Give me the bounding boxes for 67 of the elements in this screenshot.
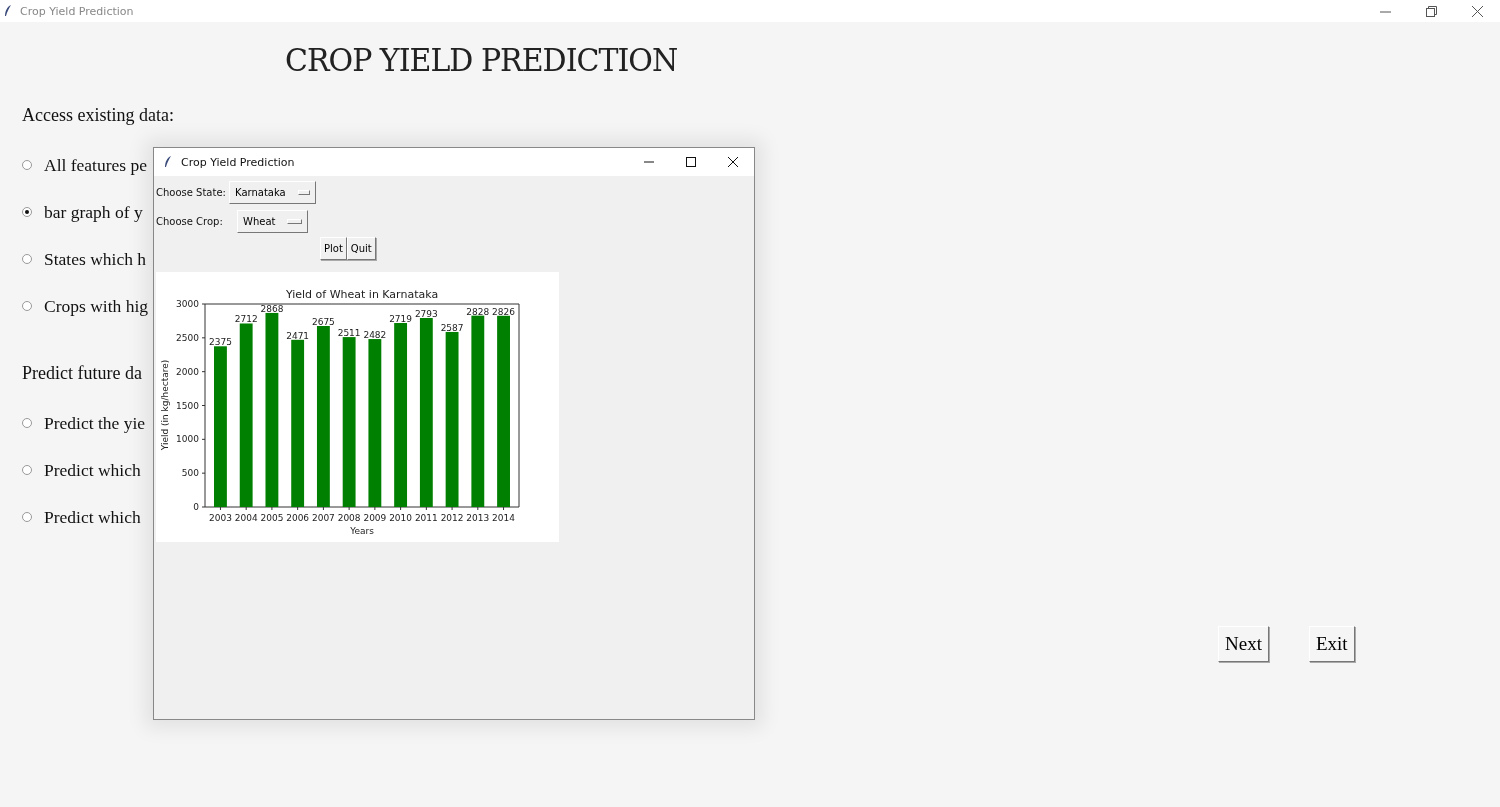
bar-value-label: 2826 <box>492 306 515 317</box>
y-axis-label: Yield (in kg/hectare) <box>160 359 170 451</box>
y-tick-label: 2500 <box>176 332 199 343</box>
x-tick-label: 2013 <box>466 513 490 523</box>
x-tick-label: 2004 <box>234 513 258 523</box>
close-icon[interactable] <box>1472 5 1483 17</box>
option-label: All features pe <box>44 154 147 176</box>
section-title: Predict future da <box>22 363 142 385</box>
y-tick-label: 1000 <box>176 434 199 445</box>
radio-button[interactable] <box>22 301 32 311</box>
app-heading: CROP YIELD PREDICTION <box>285 41 678 78</box>
option-label: Crops with hig <box>44 295 149 317</box>
radio-button[interactable] <box>22 512 32 522</box>
radio-button[interactable] <box>22 207 32 217</box>
bar-value-label: 2719 <box>389 314 413 324</box>
option-menu[interactable]: Wheat <box>237 209 308 233</box>
maximize-icon[interactable] <box>686 157 696 167</box>
feather-icon <box>164 156 172 168</box>
x-axis-label: Years <box>350 526 374 536</box>
close-icon[interactable] <box>728 157 738 167</box>
bar-value-label: 2868 <box>260 303 284 314</box>
bar-value-label: 2712 <box>234 314 258 325</box>
x-tick-label: 2005 <box>260 513 284 523</box>
field-label: Choose Crop: <box>156 215 224 227</box>
x-tick-label: 2010 <box>389 513 413 523</box>
feather-icon <box>4 5 12 17</box>
x-tick-label: 2008 <box>337 513 361 523</box>
radio-button[interactable] <box>22 465 32 475</box>
x-tick-label: 2006 <box>286 513 310 523</box>
y-tick-label: 1500 <box>176 400 199 411</box>
bar-value-label: 2511 <box>337 328 361 339</box>
restore-icon[interactable] <box>1426 5 1437 17</box>
y-tick-label: 0 <box>193 502 199 512</box>
option-label: States which h <box>44 248 147 270</box>
x-tick-label: 2012 <box>440 513 464 523</box>
option-menu[interactable]: Karnataka <box>229 180 316 204</box>
bar-value-label: 2828 <box>466 306 490 317</box>
bar-value-label: 2587 <box>440 322 464 333</box>
option-label: Predict the yie <box>44 412 146 434</box>
chart-title: Yield of Wheat in Karnataka <box>285 288 439 301</box>
dialog-title: Crop Yield Prediction <box>181 155 295 169</box>
y-tick-label: 500 <box>181 468 199 479</box>
nav-button[interactable]: Next <box>1218 626 1269 662</box>
option-label: bar graph of y <box>44 201 143 223</box>
option-label: Predict which <box>44 506 141 528</box>
bar-value-label: 2793 <box>414 309 438 319</box>
radio-button[interactable] <box>22 254 32 264</box>
window-title: Crop Yield Prediction <box>20 4 134 18</box>
option-label: Predict which <box>44 459 141 481</box>
bar-value-label: 2675 <box>311 317 335 327</box>
dialog-button[interactable]: Plot <box>320 237 347 260</box>
bar-value-label: 2375 <box>209 337 232 348</box>
field-label: Choose State: <box>156 186 227 198</box>
x-tick-label: 2011 <box>414 513 438 523</box>
section-title: Access existing data: <box>22 105 174 127</box>
x-tick-label: 2007 <box>311 513 335 523</box>
bar-value-label: 2471 <box>286 330 310 341</box>
y-tick-label: 2000 <box>176 366 199 377</box>
x-tick-label: 2014 <box>492 513 515 523</box>
x-tick-label: 2003 <box>209 513 232 523</box>
y-tick-label: 3000 <box>176 299 199 309</box>
x-tick-label: 2009 <box>363 513 387 523</box>
radio-button[interactable] <box>22 418 32 428</box>
bar-value-label: 2482 <box>363 330 387 341</box>
radio-button[interactable] <box>22 160 32 170</box>
nav-button[interactable]: Exit <box>1308 626 1355 662</box>
dialog-button[interactable]: Quit <box>346 237 376 260</box>
